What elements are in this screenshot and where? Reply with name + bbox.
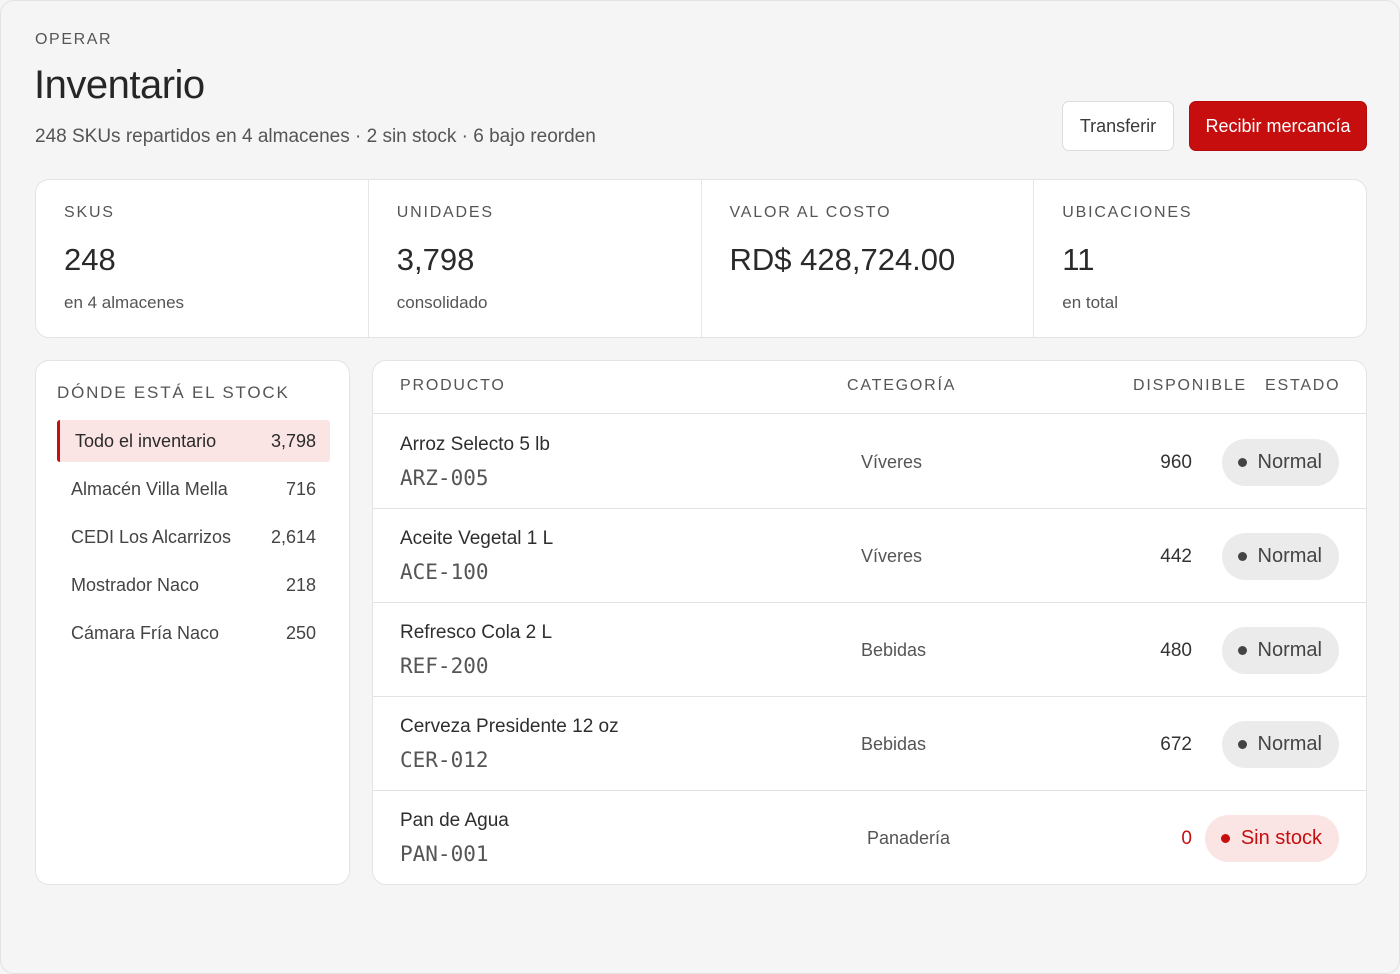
product-name: Refresco Cola 2 L (400, 622, 553, 643)
product-sku: ACE-100 (400, 560, 489, 584)
stat-value: 11 (1062, 242, 1095, 277)
product-sku: PAN-001 (400, 842, 489, 866)
stat-value: 248 (64, 242, 116, 277)
stat-note: consolidado (396, 293, 488, 312)
column-header-available[interactable]: DISPONIBLE (1133, 377, 1247, 395)
status-dot-icon (1237, 740, 1247, 749)
receive-goods-button[interactable]: Recibir mercancía (1189, 101, 1367, 151)
product-category: Víveres (861, 546, 923, 566)
product-category: Bebidas (861, 640, 927, 660)
product-name: Pan de Agua (400, 810, 509, 831)
status-dot-icon (1237, 552, 1247, 561)
location-count: 250 (285, 622, 316, 643)
column-header-category[interactable]: CATEGORÍA (847, 377, 956, 395)
status-label: Normal (1257, 733, 1322, 755)
location-item-villa-mella[interactable]: Almacén Villa Mella 716 (57, 468, 330, 510)
status-badge: Normal (1221, 533, 1339, 580)
location-count: 218 (285, 574, 316, 595)
product-available: 0 (1181, 828, 1192, 849)
status-badge: Sin stock (1204, 815, 1339, 862)
location-count: 716 (285, 478, 316, 499)
status-dot-icon (1237, 458, 1247, 467)
page-subtitle: 248 SKUs repartidos en 4 almacenes · 2 s… (35, 126, 596, 147)
status-dot-icon (1237, 646, 1247, 655)
product-available: 672 (1160, 734, 1192, 755)
product-category: Panadería (867, 828, 951, 848)
location-item-cedi-los-alcarrizos[interactable]: CEDI Los Alcarrizos 2,614 (57, 516, 330, 558)
stat-cost-value: VALOR AL COSTO RD$ 428,724.00 (702, 180, 1035, 337)
stat-label: UBICACIONES (1062, 204, 1193, 221)
location-item-mostrador-naco[interactable]: Mostrador Naco 218 (57, 564, 330, 606)
product-available: 480 (1160, 640, 1192, 661)
status-label: Normal (1257, 451, 1322, 473)
location-name: Todo el inventario (75, 430, 217, 451)
stock-locations-panel: DÓNDE ESTÁ EL STOCK Todo el inventario 3… (35, 360, 350, 885)
location-count: 2,614 (270, 526, 316, 547)
product-available: 960 (1160, 452, 1192, 473)
stat-value: RD$ 428,724.00 (729, 242, 956, 277)
column-header-status[interactable]: ESTADO (1265, 377, 1340, 395)
locations-heading: DÓNDE ESTÁ EL STOCK (57, 383, 290, 402)
table-row[interactable]: Pan de Agua PAN-001 Panadería 0 Sin stoc… (373, 791, 1366, 884)
product-name: Arroz Selecto 5 lb (400, 434, 550, 455)
column-header-product[interactable]: PRODUCTO (400, 377, 506, 395)
status-label: Sin stock (1240, 827, 1322, 849)
table-header: PRODUCTO CATEGORÍA DISPONIBLE ESTADO (373, 361, 1366, 414)
location-name: Mostrador Naco (71, 574, 200, 595)
inventory-table: PRODUCTO CATEGORÍA DISPONIBLE ESTADO Arr… (372, 360, 1367, 885)
location-count: 3,798 (270, 430, 316, 451)
product-sku: ARZ-005 (400, 466, 489, 490)
stat-units: UNIDADES 3,798 consolidado (369, 180, 702, 337)
status-label: Normal (1257, 545, 1322, 567)
status-badge: Normal (1221, 721, 1339, 768)
stats-panel: SKUS 248 en 4 almacenes UNIDADES 3,798 c… (35, 179, 1367, 338)
location-name: Cámara Fría Naco (71, 622, 220, 643)
status-dot-icon (1220, 834, 1230, 843)
location-name: Almacén Villa Mella (71, 478, 228, 499)
locations-list: Todo el inventario 3,798 Almacén Villa M… (57, 420, 330, 660)
status-label: Normal (1257, 639, 1322, 661)
stat-label: VALOR AL COSTO (729, 204, 892, 221)
page-title: Inventario (34, 63, 205, 107)
stat-locations: UBICACIONES 11 en total (1034, 180, 1366, 337)
stat-skus: SKUS 248 en 4 almacenes (36, 180, 369, 337)
location-name: CEDI Los Alcarrizos (71, 526, 232, 547)
stat-note: en total (1062, 293, 1119, 312)
product-name: Cerveza Presidente 12 oz (400, 716, 619, 737)
product-sku: CER-012 (400, 748, 489, 772)
status-badge: Normal (1221, 439, 1339, 486)
stat-label: UNIDADES (396, 204, 494, 221)
table-row[interactable]: Aceite Vegetal 1 L ACE-100 Víveres 442 N… (373, 509, 1366, 603)
location-item-all[interactable]: Todo el inventario 3,798 (57, 420, 330, 462)
table-row[interactable]: Refresco Cola 2 L REF-200 Bebidas 480 No… (373, 603, 1366, 697)
product-category: Víveres (861, 452, 923, 472)
table-row[interactable]: Cerveza Presidente 12 oz CER-012 Bebidas… (373, 697, 1366, 791)
transfer-button[interactable]: Transferir (1062, 101, 1174, 151)
stat-note: en 4 almacenes (64, 293, 185, 312)
stat-label: SKUS (64, 204, 115, 221)
app-window: OPERAR Inventario 248 SKUs repartidos en… (0, 0, 1400, 974)
section-label: OPERAR (35, 31, 113, 48)
product-available: 442 (1160, 546, 1192, 567)
product-sku: REF-200 (400, 654, 489, 678)
product-category: Bebidas (861, 734, 927, 754)
location-item-camara-fria-naco[interactable]: Cámara Fría Naco 250 (57, 612, 330, 654)
status-badge: Normal (1221, 627, 1339, 674)
product-name: Aceite Vegetal 1 L (400, 528, 554, 549)
stat-value: 3,798 (396, 242, 475, 277)
table-row[interactable]: Arroz Selecto 5 lb ARZ-005 Víveres 960 N… (373, 415, 1366, 509)
